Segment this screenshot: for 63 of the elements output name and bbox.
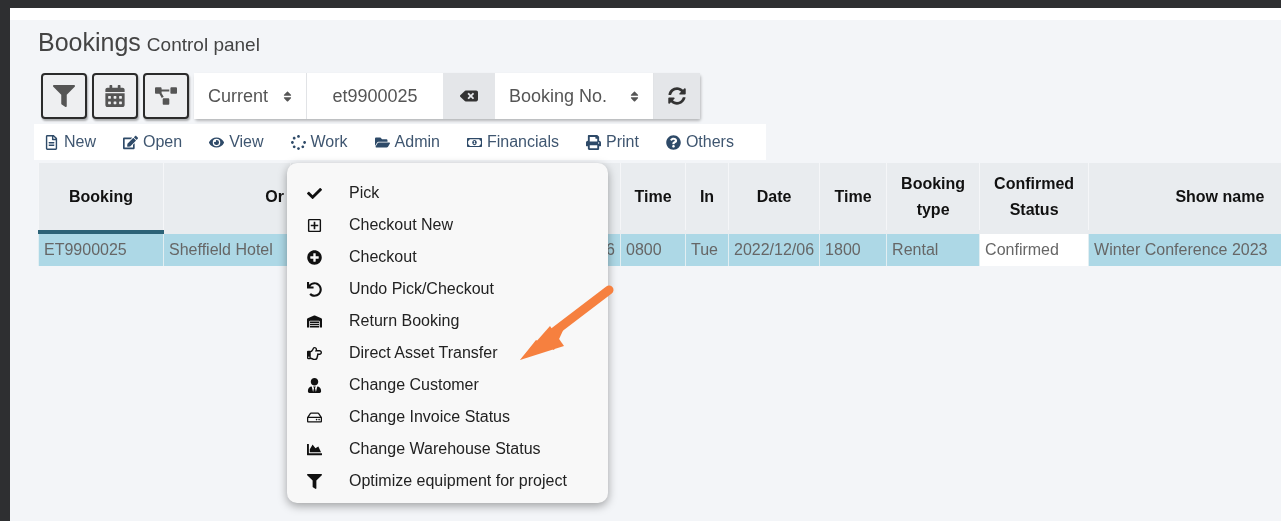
sort-caret-icon: [281, 89, 294, 103]
warehouse-icon: [307, 313, 322, 329]
table-cell: Winter Conference 2023: [1088, 232, 1281, 266]
menu-option[interactable]: Optimize equipment for project: [349, 472, 567, 490]
diagram-button[interactable]: [143, 73, 189, 119]
document-icon: [44, 134, 59, 150]
page-title: Bookings: [38, 28, 141, 57]
menu-option[interactable]: Checkout New: [349, 216, 454, 234]
calendar-icon: [104, 85, 126, 107]
diagram-icon: [155, 85, 177, 107]
print-icon: [586, 134, 601, 150]
table-cell: 0800: [620, 232, 686, 266]
menu-item[interactable]: Financials: [466, 133, 559, 151]
column-header[interactable]: Time: [819, 163, 887, 232]
calendar-button[interactable]: [92, 73, 138, 119]
table-cell: ET9900025: [38, 232, 164, 266]
menu-item[interactable]: Work: [290, 133, 348, 151]
menu-option[interactable]: Direct Asset Transfer: [349, 344, 498, 362]
refresh-icon: [668, 87, 686, 105]
menu-item[interactable]: Others: [665, 133, 734, 151]
menu-item[interactable]: Print: [586, 133, 639, 151]
filter-icon: [53, 85, 75, 107]
column-header[interactable]: Confirmed Status: [979, 163, 1089, 232]
menu-option[interactable]: Change Customer: [349, 376, 479, 394]
spinner-icon: [290, 134, 306, 150]
table-cell: Tue: [685, 232, 729, 266]
sort-caret-icon: [628, 89, 641, 103]
field-select[interactable]: Booking No.: [495, 73, 654, 119]
menu-option[interactable]: Pick: [349, 184, 380, 202]
area-chart-icon: [307, 441, 322, 457]
column-header[interactable]: Booking: [38, 163, 164, 232]
table-cell: 2022/12/06: [728, 232, 820, 266]
status-select[interactable]: Current: [194, 73, 307, 119]
menu-option[interactable]: Return Booking: [349, 312, 460, 330]
menu-option[interactable]: Checkout: [349, 248, 417, 266]
person-icon: [307, 377, 322, 393]
menu-item[interactable]: Admin: [374, 133, 440, 151]
column-header[interactable]: Date: [728, 163, 820, 232]
table-cell: Rental: [886, 232, 980, 266]
undo-icon: [307, 281, 322, 297]
table-cell: 1800: [819, 232, 887, 266]
menu-option[interactable]: Change Invoice Status: [349, 408, 510, 426]
menu-option[interactable]: Undo Pick/Checkout: [349, 280, 494, 298]
menu-item[interactable]: New: [44, 133, 96, 151]
table-cell: Confirmed: [979, 232, 1089, 266]
check-icon: [307, 185, 322, 201]
filter-icon: [307, 473, 322, 489]
clear-button[interactable]: [443, 73, 495, 119]
menu-option[interactable]: Change Warehouse Status: [349, 440, 541, 458]
column-header[interactable]: Booking type: [886, 163, 980, 232]
menu-item[interactable]: View: [209, 133, 264, 151]
column-header[interactable]: Show name: [1088, 163, 1281, 232]
column-header[interactable]: Or: [163, 163, 291, 232]
page-subtitle: Control panel: [146, 34, 260, 56]
refresh-button[interactable]: [654, 73, 700, 119]
hand-pointing-icon: [307, 345, 322, 361]
column-header[interactable]: In: [685, 163, 729, 232]
help-icon: [665, 134, 681, 150]
search-field[interactable]: et9900025: [307, 73, 443, 119]
column-header[interactable]: Time: [620, 163, 686, 232]
menu-item[interactable]: Open: [123, 133, 183, 151]
filter-button[interactable]: [41, 73, 87, 119]
edit-icon: [123, 134, 138, 150]
